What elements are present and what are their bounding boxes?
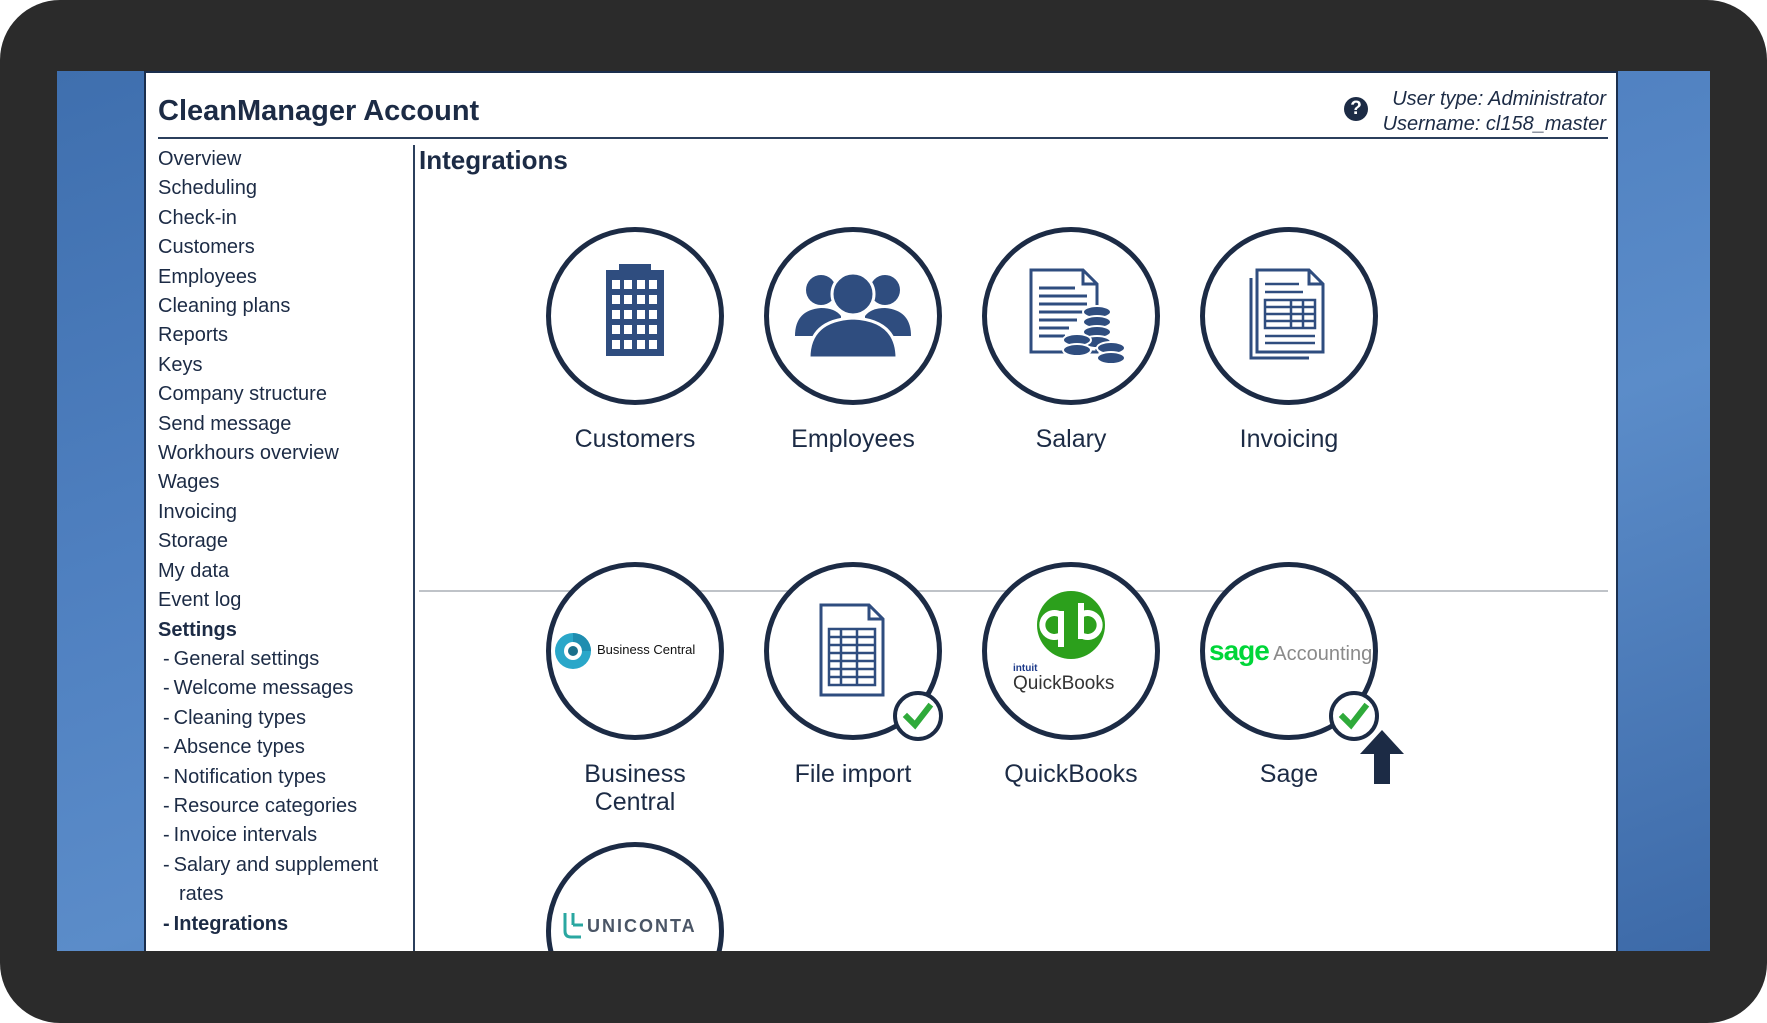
sidebar-item-send-message[interactable]: Send message — [158, 410, 413, 439]
sidebar-subitem-notification-types[interactable]: - Notification types — [158, 763, 413, 792]
tile-label: Invoicing — [1239, 425, 1339, 453]
sidebar-subitem-general-settings[interactable]: - General settings — [158, 645, 413, 674]
tile-sage[interactable]: sage Accounting Sage — [1180, 562, 1404, 788]
quickbooks-logo-icon — [1037, 591, 1105, 659]
sidebar-item-storage[interactable]: Storage — [158, 527, 413, 556]
sidebar-subitem-resource-categories[interactable]: - Resource categories — [158, 792, 413, 821]
sidebar-nav: Overview Scheduling Check-in Customers E… — [158, 145, 415, 951]
tile-circle — [764, 227, 942, 405]
tile-label: Customers — [574, 425, 696, 453]
tile-label: Business Central — [526, 760, 744, 816]
tile-label-line2: Central — [594, 788, 676, 816]
invoice-document-icon — [1249, 268, 1325, 360]
sidebar-item-customers[interactable]: Customers — [158, 233, 413, 262]
sage-logo: sage Accounting — [1209, 635, 1372, 667]
tile-circle — [982, 227, 1160, 405]
building-icon — [606, 264, 664, 356]
sage-wordmark: sage — [1209, 635, 1270, 666]
quickbooks-wordmark: QuickBooks — [1013, 673, 1115, 694]
tile-circle: intuit QuickBooks — [982, 562, 1160, 740]
sidebar-item-scheduling[interactable]: Scheduling — [158, 174, 413, 203]
salary-document-icon — [1029, 268, 1126, 365]
sidebar-item-overview[interactable]: Overview — [158, 145, 413, 174]
user-type: User type: Administrator — [1392, 88, 1606, 110]
sidebar-subitem-label: Resource categories — [173, 794, 358, 817]
tile-invoicing[interactable]: Invoicing — [1180, 227, 1398, 453]
sidebar-subitem-label: Notification types — [173, 765, 326, 788]
dash: - — [163, 647, 170, 670]
dash: - — [163, 765, 170, 788]
dash: - — [163, 824, 170, 847]
sidebar-subitem-salary-supplement-rates[interactable]: - Salary and supplement — [158, 851, 413, 880]
tile-customers[interactable]: Customers — [526, 227, 744, 453]
tile-circle — [546, 227, 724, 405]
tile-business-central[interactable]: Business Central Business Central — [526, 562, 744, 816]
tile-circle: sage Accounting — [1200, 562, 1379, 741]
dash: - — [163, 677, 170, 700]
tile-label-line1: Business — [584, 760, 686, 788]
app-title: CleanManager Account — [158, 95, 480, 127]
app-window: CleanManager Account ? User type: Admini… — [144, 71, 1618, 951]
sidebar-item-invoicing[interactable]: Invoicing — [158, 498, 413, 527]
sidebar-item-keys[interactable]: Keys — [158, 351, 413, 380]
tile-uniconta[interactable]: UNICONTA — [526, 842, 744, 951]
tile-quickbooks[interactable]: intuit QuickBooks QuickBooks — [962, 562, 1180, 788]
people-icon — [795, 271, 911, 360]
help-icon[interactable]: ? — [1344, 97, 1368, 121]
screen: CleanManager Account ? User type: Admini… — [57, 71, 1710, 951]
sidebar-subitem-welcome-messages[interactable]: - Welcome messages — [158, 674, 413, 703]
tile-label: Salary — [1035, 425, 1107, 453]
tile-circle — [764, 562, 943, 741]
tile-circle — [1200, 227, 1378, 405]
tile-label: File import — [794, 760, 912, 788]
main-content: Integrations Customers Employees Salary … — [419, 145, 1608, 951]
sidebar-item-workhours-overview[interactable]: Workhours overview — [158, 439, 413, 468]
sidebar-subitem-label: Invoice intervals — [173, 824, 318, 847]
sidebar-subitem-label: Integrations — [173, 912, 289, 935]
tile-label: QuickBooks — [1004, 760, 1138, 788]
header: CleanManager Account ? User type: Admini… — [158, 73, 1608, 139]
tile-circle: Business Central — [546, 562, 724, 740]
sidebar-subitem-label-wrap[interactable]: rates — [158, 880, 413, 909]
sidebar-subitem-invoice-intervals[interactable]: - Invoice intervals — [158, 821, 413, 850]
dash: - — [163, 736, 170, 759]
dash: - — [163, 853, 170, 876]
page-title: Integrations — [419, 145, 568, 175]
sidebar-subitem-label: General settings — [173, 647, 320, 670]
sidebar-item-wages[interactable]: Wages — [158, 468, 413, 497]
dash: - — [163, 794, 170, 817]
tile-label: Employees — [791, 425, 915, 453]
sidebar-item-employees[interactable]: Employees — [158, 263, 413, 292]
sidebar-subitem-label: Salary and supplement — [173, 853, 379, 876]
arrow-up-icon — [1358, 728, 1406, 791]
tile-employees[interactable]: Employees — [744, 227, 962, 453]
uniconta-wordmark: UNICONTA — [587, 916, 697, 936]
sidebar-subitem-absence-types[interactable]: - Absence types — [158, 733, 413, 762]
sidebar-item-reports[interactable]: Reports — [158, 321, 413, 350]
sidebar-subitem-label: Welcome messages — [173, 677, 354, 700]
tile-salary[interactable]: Salary — [962, 227, 1180, 453]
tile-circle: UNICONTA — [546, 842, 724, 951]
sidebar-item-cleaning-plans[interactable]: Cleaning plans — [158, 292, 413, 321]
sidebar-item-event-log[interactable]: Event log — [158, 586, 413, 615]
sage-accounting-text: Accounting — [1273, 643, 1373, 665]
business-central-logo-text: Business Central — [597, 642, 696, 657]
sidebar-subitem-integrations[interactable]: - Integrations — [158, 910, 413, 939]
sidebar-item-check-in[interactable]: Check-in — [158, 204, 413, 233]
dash: - — [163, 912, 170, 935]
sidebar-subitem-label: Cleaning types — [173, 706, 306, 729]
sidebar-item-company-structure[interactable]: Company structure — [158, 380, 413, 409]
tile-file-import[interactable]: File import — [744, 562, 962, 788]
sidebar-item-my-data[interactable]: My data — [158, 557, 413, 586]
active-check-icon — [893, 691, 943, 741]
username: Username: cl158_master — [1382, 113, 1606, 135]
sidebar-item-settings[interactable]: Settings — [158, 616, 413, 645]
sidebar-subitem-label: Absence types — [173, 736, 305, 759]
sidebar-subitem-cleaning-types[interactable]: - Cleaning types — [158, 704, 413, 733]
user-info: User type: Administrator Username: cl158… — [1383, 87, 1606, 137]
dash: - — [163, 706, 170, 729]
